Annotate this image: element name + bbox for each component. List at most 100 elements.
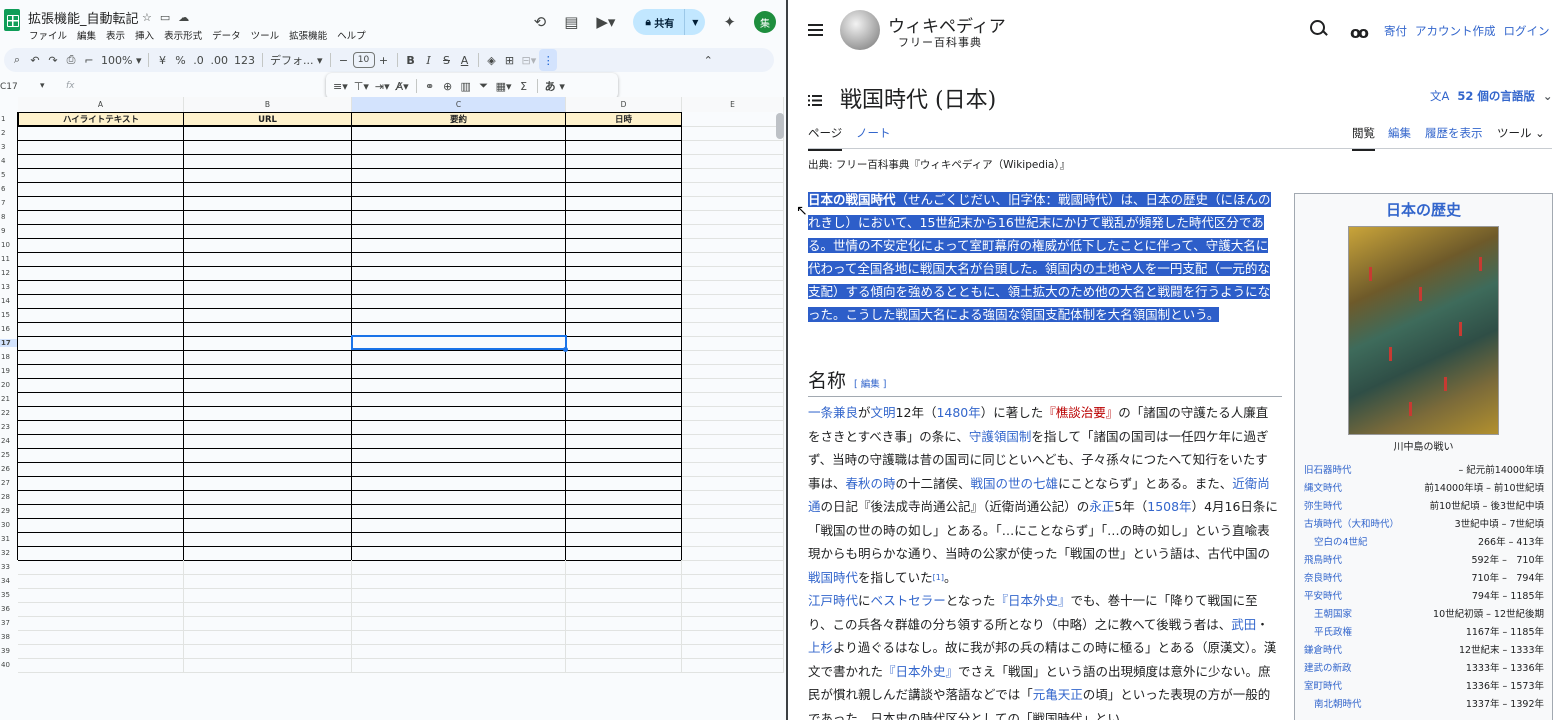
link[interactable]: 1508年	[1147, 499, 1191, 514]
font-size-input[interactable]: 10	[352, 52, 375, 68]
vertical-scrollbar[interactable]	[776, 113, 784, 139]
row-header[interactable]: 23	[0, 423, 18, 431]
link[interactable]: 上杉	[808, 640, 833, 655]
cloud-status-icon[interactable]: ☁	[178, 11, 197, 24]
font-size-increase-icon[interactable]: +	[375, 49, 393, 71]
row-header[interactable]: 3	[0, 143, 18, 151]
row-header[interactable]: 11	[0, 255, 18, 263]
fill-handle[interactable]	[563, 347, 568, 352]
name-box[interactable]: C17	[0, 82, 18, 92]
row-header[interactable]: 22	[0, 409, 18, 417]
history-icon[interactable]: ⟲	[534, 13, 547, 31]
strikethrough-button[interactable]: S	[438, 49, 456, 71]
menu-file[interactable]: ファイル	[29, 28, 67, 42]
menu-extensions[interactable]: 拡張機能	[289, 28, 327, 42]
search-icon[interactable]	[1310, 20, 1328, 38]
infobox-image[interactable]	[1348, 226, 1499, 435]
link[interactable]: 一条兼良	[808, 405, 858, 420]
row-header[interactable]: 25	[0, 451, 18, 459]
row-header[interactable]: 35	[0, 591, 18, 599]
zoom-select[interactable]: 100% ▾	[98, 49, 144, 71]
era-link[interactable]: 古墳時代（大和時代）	[1304, 516, 1399, 534]
era-link[interactable]: 南北朝時代	[1304, 696, 1362, 714]
row-header[interactable]: 39	[0, 647, 18, 655]
donate-link[interactable]: 寄付	[1384, 23, 1407, 39]
row-header[interactable]: 14	[0, 297, 18, 305]
name-box-dropdown-icon[interactable]: ▾	[40, 81, 45, 91]
selected-cell[interactable]	[351, 335, 567, 350]
undo-icon[interactable]: ↶	[26, 49, 44, 71]
sheets-logo-icon[interactable]	[4, 9, 20, 31]
menu-data[interactable]: データ	[212, 28, 241, 42]
tab-tools[interactable]: ツール ⌄	[1497, 125, 1545, 141]
row-header[interactable]: 37	[0, 619, 18, 627]
era-link[interactable]: 飛鳥時代	[1304, 552, 1342, 570]
avatar[interactable]: 集	[754, 11, 776, 33]
row-header[interactable]: 17	[0, 339, 18, 347]
row-header[interactable]: 13	[0, 283, 18, 291]
era-link[interactable]: 室町時代	[1304, 678, 1342, 696]
increase-decimal-button[interactable]: .00	[207, 49, 231, 71]
link[interactable]: 江戸時代	[808, 593, 858, 608]
row-header[interactable]: 4	[0, 157, 18, 165]
row-header[interactable]: 36	[0, 605, 18, 613]
document-title[interactable]: 拡張機能_自動転記	[28, 8, 139, 27]
era-link[interactable]: 奈良時代	[1304, 570, 1342, 588]
merge-cells-icon[interactable]: ⊟▾	[519, 49, 540, 71]
era-link[interactable]: 鎌倉時代	[1304, 642, 1342, 660]
tab-page[interactable]: ページ	[808, 125, 843, 151]
header-cell[interactable]: URL	[184, 112, 352, 126]
table-of-contents-icon[interactable]	[808, 91, 822, 106]
row-header[interactable]: 19	[0, 367, 18, 375]
row-header[interactable]: 20	[0, 381, 18, 389]
row-header[interactable]: 21	[0, 395, 18, 403]
row-header[interactable]: 38	[0, 633, 18, 641]
column-header-b[interactable]: B	[184, 97, 352, 112]
menu-format[interactable]: 表示形式	[164, 28, 202, 42]
link[interactable]: 戦国の世の七雄	[971, 476, 1059, 491]
tab-edit[interactable]: 編集	[1388, 125, 1411, 141]
text-color-button[interactable]: A	[456, 49, 474, 71]
link[interactable]: 元亀天正	[1033, 687, 1083, 702]
tab-history[interactable]: 履歴を表示	[1425, 125, 1483, 141]
star-icon[interactable]: ☆	[142, 11, 160, 24]
row-header[interactable]: 9	[0, 227, 18, 235]
more-options-icon[interactable]: ⋮	[539, 49, 558, 71]
column-header-d[interactable]: D	[566, 97, 682, 112]
link[interactable]: 1480年	[936, 405, 980, 420]
link[interactable]: 春秋の時	[846, 476, 896, 491]
column-header-e[interactable]: E	[682, 97, 784, 112]
era-link[interactable]: 王朝国家	[1304, 606, 1352, 624]
create-account-link[interactable]: アカウント作成	[1415, 23, 1496, 39]
row-header[interactable]: 31	[0, 535, 18, 543]
percent-button[interactable]: %	[171, 49, 189, 71]
login-link[interactable]: ログイン	[1504, 23, 1550, 39]
link[interactable]: 永正	[1089, 499, 1114, 514]
column-header-c[interactable]: C	[352, 97, 566, 112]
redo-icon[interactable]: ↷	[44, 49, 62, 71]
link[interactable]: 文明	[871, 405, 896, 420]
font-select[interactable]: デフォ... ▾	[267, 49, 326, 71]
era-link[interactable]: 平氏政権	[1304, 624, 1352, 642]
era-link[interactable]: 縄文時代	[1304, 480, 1342, 498]
language-button[interactable]: 文A 52 個の言語版 ⌄	[1430, 88, 1553, 104]
row-header[interactable]: 16	[0, 325, 18, 333]
row-header[interactable]: 24	[0, 437, 18, 445]
menu-tools[interactable]: ツール	[251, 28, 280, 42]
borders-icon[interactable]: ⊞	[501, 49, 519, 71]
row-header[interactable]: 27	[0, 479, 18, 487]
font-size-decrease-icon[interactable]: −	[335, 49, 353, 71]
section-edit-link[interactable]: [ 編集 ]	[854, 379, 886, 390]
row-header[interactable]: 5	[0, 171, 18, 179]
link[interactable]: 『日本外史』	[995, 593, 1070, 608]
row-header[interactable]: 1	[0, 115, 18, 123]
wikipedia-globe-logo[interactable]	[840, 10, 880, 50]
bold-button[interactable]: B	[402, 49, 420, 71]
row-header[interactable]: 10	[0, 241, 18, 249]
era-link[interactable]: 平安時代	[1304, 588, 1342, 606]
row-header[interactable]: 2	[0, 129, 18, 137]
row-header[interactable]: 32	[0, 549, 18, 557]
paint-format-icon[interactable]: ⌐	[80, 49, 98, 71]
menu-insert[interactable]: 挿入	[135, 28, 154, 42]
move-folder-icon[interactable]: ▭	[160, 11, 178, 24]
